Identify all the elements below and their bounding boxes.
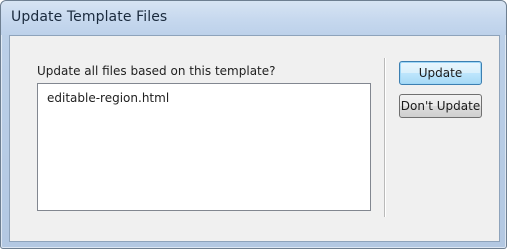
dont-update-button[interactable]: Don't Update (399, 94, 482, 118)
update-button[interactable]: Update (399, 61, 482, 85)
vertical-divider (384, 58, 386, 217)
title-bar[interactable]: Update Template Files (1, 1, 506, 35)
file-list[interactable]: editable-region.html (37, 83, 371, 211)
update-template-dialog: Update Template Files Update all files b… (0, 0, 507, 249)
list-item[interactable]: editable-region.html (47, 91, 169, 105)
window-title: Update Template Files (11, 9, 168, 25)
dialog-body: Update all files based on this template?… (9, 35, 500, 242)
update-prompt-label: Update all files based on this template? (37, 64, 276, 78)
